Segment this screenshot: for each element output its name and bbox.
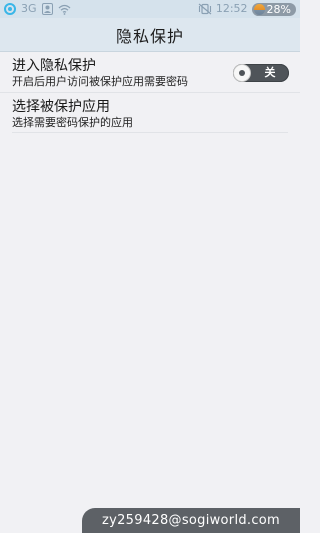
- status-bar-left: 3G: [4, 2, 71, 16]
- vibrate-off-icon: [198, 0, 212, 19]
- battery-icon: 28%: [251, 2, 296, 16]
- select-protected-apps-label: 选择被保护应用: [12, 99, 110, 115]
- clock: 12:52: [215, 2, 248, 15]
- status-bar: 3G 12:52 28%: [0, 0, 300, 18]
- privacy-protection-toggle[interactable]: 关: [233, 64, 289, 82]
- battery-percent: 28%: [266, 2, 291, 16]
- signal-icon: [4, 0, 16, 19]
- network-type: 3G: [21, 2, 37, 15]
- watermark-text: zy259428@sogiworld.com: [101, 513, 281, 528]
- page-title: 隐私保护: [115, 26, 184, 46]
- status-bar-right: 12:52 28%: [198, 2, 296, 16]
- watermark: zy259428@sogiworld.com: [82, 508, 300, 533]
- select-protected-apps-row[interactable]: 选择被保护应用 选择需要密码保护的应用: [0, 92, 300, 132]
- settings-list: 进入隐私保护 开启后用户访问被保护应用需要密码 关 选择被保护应用 选择需要密码…: [0, 52, 300, 133]
- toggle-state-label: 关: [264, 66, 276, 79]
- list-divider: [12, 132, 288, 133]
- toggle-knob: [234, 65, 250, 81]
- wifi-icon: [58, 0, 71, 19]
- privacy-protection-row[interactable]: 进入隐私保护 开启后用户访问被保护应用需要密码 关: [0, 52, 300, 92]
- contacts-icon: [41, 0, 53, 19]
- select-protected-apps-description: 选择需要密码保护的应用: [12, 116, 133, 129]
- title-bar: 隐私保护: [0, 18, 300, 52]
- battery-level-indicator: [253, 3, 265, 15]
